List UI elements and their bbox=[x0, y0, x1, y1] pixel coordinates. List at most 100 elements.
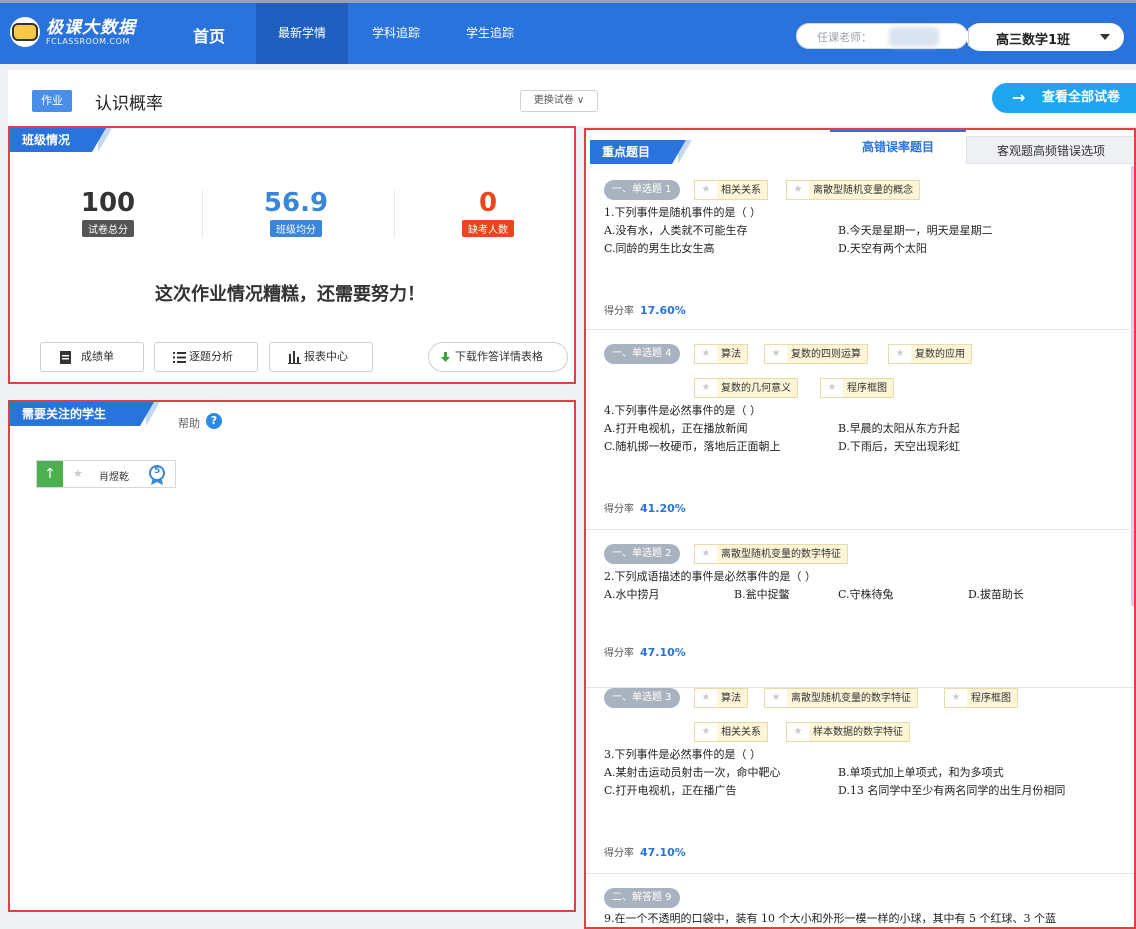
nav-home[interactable]: 首页 bbox=[193, 23, 225, 47]
arrow-right-icon: → bbox=[1012, 88, 1026, 107]
star-icon: ★ bbox=[821, 379, 843, 397]
knowledge-tag[interactable]: ★ 程序框图 bbox=[820, 378, 894, 398]
star-icon: ★ bbox=[889, 345, 911, 363]
score-rate: 得分率 47.10% bbox=[604, 846, 686, 859]
key-questions-panel: 重点题目 高错误率题目 客观题高频错误选项 一、单选题 1 ★ 相关关系 ★ 离散型… bbox=[584, 128, 1136, 929]
option-a: A.打开电视机，正在播放新闻 bbox=[604, 422, 748, 435]
knowledge-tag[interactable]: ★ 算法 bbox=[694, 344, 748, 364]
knowledge-tag[interactable]: ★ 样本数据的数字特征 bbox=[786, 722, 910, 742]
question-type-badge: 一、单选题 4 bbox=[604, 344, 680, 364]
arrow-up-icon: ↑ bbox=[37, 461, 63, 487]
option-c: C.同龄的男生比女生高 bbox=[604, 242, 715, 255]
star-icon[interactable]: ★ bbox=[73, 467, 83, 480]
logo-icon bbox=[10, 17, 40, 47]
class-status-title: 班级情况 bbox=[10, 128, 112, 152]
stat-class-average-label: 班级均分 bbox=[270, 220, 322, 237]
star-icon: ★ bbox=[695, 545, 717, 563]
nav-subject-tracking[interactable]: 学科追踪 bbox=[356, 3, 436, 64]
stat-total-score: 100 试卷总分 bbox=[48, 188, 168, 237]
teacher-label: 任课老师： bbox=[817, 31, 872, 44]
option-d: D.13 名同学中至少有两名同学的出生月份相同 bbox=[838, 784, 1066, 797]
knowledge-tag[interactable]: ★ 算法 bbox=[694, 688, 748, 708]
knowledge-tag[interactable]: ★ 离散型随机变量的数字特征 bbox=[694, 544, 848, 564]
question-type-badge: 一、单选题 1 bbox=[604, 180, 680, 200]
star-icon: ★ bbox=[695, 689, 717, 707]
knowledge-tag[interactable]: ★ 相关关系 bbox=[694, 180, 768, 200]
change-paper-button[interactable]: 更换试卷 ∨ bbox=[520, 90, 598, 112]
knowledge-tag[interactable]: ★ 复数的应用 bbox=[888, 344, 972, 364]
question-card: 一、单选题 2 ★ 离散型随机变量的数字特征 2.下列成语描述的事件是必然事件的是… bbox=[586, 530, 1134, 688]
list-icon bbox=[173, 352, 186, 363]
question-analysis-label: 逐题分析 bbox=[189, 350, 233, 363]
option-b: B.今天是星期一，明天是星期二 bbox=[838, 224, 993, 237]
download-icon bbox=[441, 352, 450, 362]
help-icon[interactable]: ? bbox=[206, 413, 222, 429]
option-c: C.守株待兔 bbox=[838, 588, 894, 601]
star-icon: ★ bbox=[695, 345, 717, 363]
star-icon: ★ bbox=[765, 345, 787, 363]
teacher-selector[interactable]: 任课老师： bbox=[796, 23, 968, 49]
score-sheet-label: 成绩单 bbox=[81, 350, 114, 363]
logo[interactable]: 极课大数据 FCLASSROOM.COM bbox=[10, 17, 136, 47]
knowledge-tag[interactable]: ★ 离散型随机变量的概念 bbox=[786, 180, 920, 200]
report-center-button[interactable]: 报表中心 bbox=[269, 342, 373, 372]
question-card: 一、单选题 3 ★ 算法 ★ 离散型随机变量的数字特征 ★ 程序框图 ★ 相关关系 ★ 样… bbox=[586, 688, 1134, 874]
knowledge-tag[interactable]: ★ 相关关系 bbox=[694, 722, 768, 742]
knowledge-tag[interactable]: ★ 离散型随机变量的数字特征 bbox=[764, 688, 918, 708]
logo-title: 极课大数据 bbox=[46, 17, 136, 38]
score-sheet-button[interactable]: 成绩单 bbox=[40, 342, 144, 372]
performance-remark: 这次作业情况糟糕，还需要努力！ bbox=[155, 284, 425, 305]
caret-down-icon bbox=[1100, 34, 1110, 40]
tab-high-error-rate[interactable]: 高错误率题目 bbox=[830, 130, 966, 164]
students-panel: 需要关注的学生 帮助 ? ↑ ★ 肖煜乾 5 bbox=[8, 400, 576, 912]
students-title: 需要关注的学生 bbox=[10, 402, 160, 426]
question-type-badge: 一、单选题 3 bbox=[604, 688, 680, 708]
question-type-badge: 二、解答题 9 bbox=[604, 888, 680, 908]
star-icon: ★ bbox=[765, 689, 787, 707]
score-rate: 得分率 47.10% bbox=[604, 646, 686, 659]
tab-frequent-wrong-options[interactable]: 客观题高频错误选项 bbox=[966, 136, 1134, 164]
option-b: B.瓮中捉鳖 bbox=[734, 588, 790, 601]
knowledge-tag[interactable]: ★ 程序框图 bbox=[944, 688, 1018, 708]
option-a: A.水中捞月 bbox=[604, 588, 660, 601]
view-all-papers-button[interactable]: → 查看全部试卷 bbox=[992, 83, 1136, 113]
question-analysis-button[interactable]: 逐题分析 bbox=[154, 342, 258, 372]
stat-total-score-value: 100 bbox=[80, 188, 136, 218]
question-stem: 4.下列事件是必然事件的是（ ） bbox=[604, 404, 761, 417]
nav-student-tracking[interactable]: 学生追踪 bbox=[450, 3, 530, 64]
stat-absent-count-value: 0 bbox=[478, 188, 498, 218]
question-card: 一、单选题 1 ★ 相关关系 ★ 离散型随机变量的概念 1.下列事件是随机事件的是（… bbox=[586, 170, 1134, 330]
divider bbox=[202, 190, 203, 238]
student-chip[interactable]: ↑ ★ 肖煜乾 5 bbox=[36, 460, 176, 488]
help-link[interactable]: 帮助 bbox=[178, 415, 200, 431]
question-stem: 3.下列事件是必然事件的是（ ） bbox=[604, 748, 761, 761]
divider bbox=[968, 28, 969, 46]
page-title: 认识概率 bbox=[95, 94, 163, 114]
option-d: D.下雨后，天空出现彩虹 bbox=[838, 440, 960, 453]
knowledge-tag[interactable]: ★ 复数的几何意义 bbox=[694, 378, 798, 398]
download-details-label: 下载作答详情表格 bbox=[455, 350, 543, 363]
score-rate: 得分率 41.20% bbox=[604, 502, 686, 515]
star-icon: ★ bbox=[695, 723, 717, 741]
question-stem: 2.下列成语描述的事件是必然事件的是（ ） bbox=[604, 570, 816, 583]
option-b: B.单项式加上单项式，和为多项式 bbox=[838, 766, 1004, 779]
question-stem: 1.下列事件是随机事件的是（ ） bbox=[604, 206, 761, 219]
class-selector[interactable]: 高三数学1班 bbox=[966, 23, 1124, 51]
app-root: 极课大数据 FCLASSROOM.COM 首页 最新学情 学科追踪 学生追踪 任… bbox=[0, 0, 1136, 929]
star-icon: ★ bbox=[787, 181, 809, 199]
document-icon bbox=[60, 351, 71, 364]
option-c: C.随机掷一枚硬币，落地后正面朝上 bbox=[604, 440, 781, 453]
stat-absent-count-label: 缺考人数 bbox=[462, 220, 514, 237]
homework-tag: 作业 bbox=[32, 90, 72, 112]
question-stem: 9.在一个不透明的口袋中，装有 10 个大小和外形一模一样的小球，其中有 5 个… bbox=[604, 912, 1056, 925]
bar-chart-icon bbox=[288, 351, 301, 364]
question-card: 一、单选题 4 ★ 算法 ★ 复数的四则运算 ★ 复数的应用 ★ 复数的几何意义 ★ 程序… bbox=[586, 330, 1134, 530]
stat-class-average: 56.9 班级均分 bbox=[236, 188, 356, 237]
stat-class-average-value: 56.9 bbox=[263, 188, 329, 218]
knowledge-tag[interactable]: ★ 复数的四则运算 bbox=[764, 344, 868, 364]
nav-latest-status[interactable]: 最新学情 bbox=[256, 3, 348, 64]
option-b: B.早晨的太阳从东方升起 bbox=[838, 422, 960, 435]
download-details-button[interactable]: 下载作答详情表格 bbox=[428, 342, 568, 372]
page-header: 作业 认识概率 更换试卷 ∨ → 查看全部试卷 bbox=[8, 70, 1136, 126]
key-questions-title: 重点题目 bbox=[590, 140, 692, 164]
